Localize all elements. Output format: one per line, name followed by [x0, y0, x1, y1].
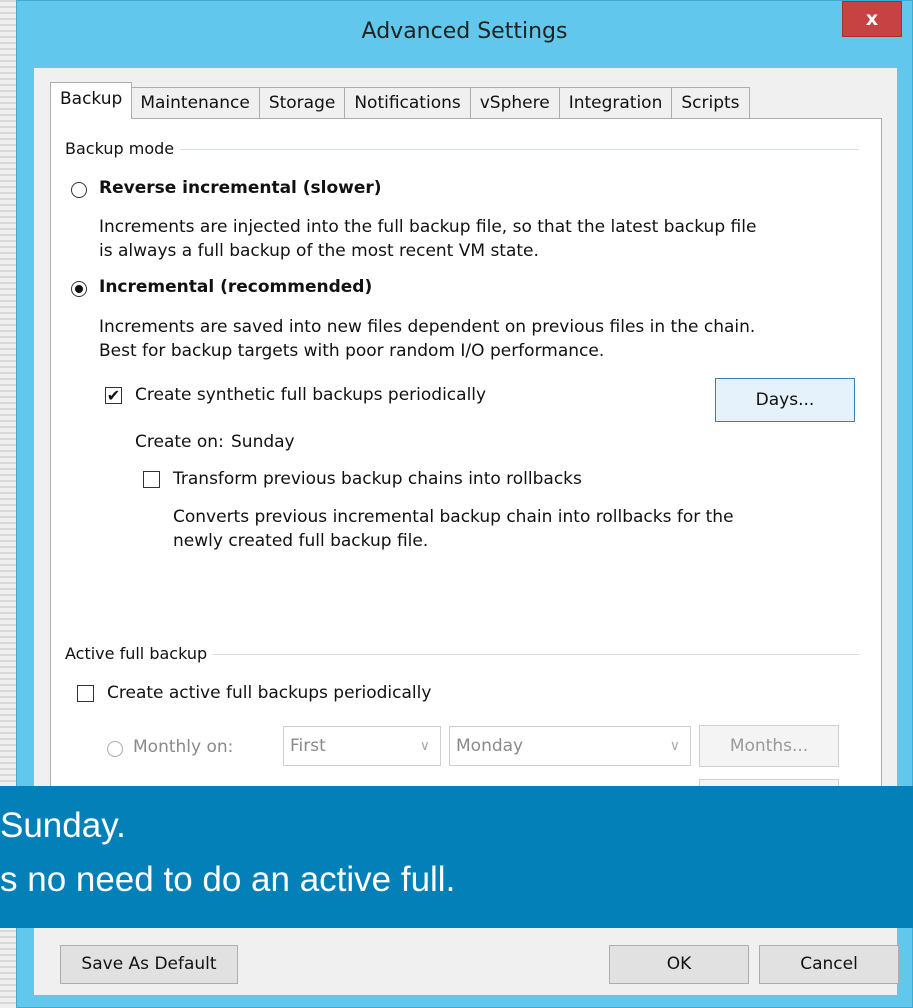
tab-strip: Backup Maintenance Storage Notifications…	[50, 82, 750, 119]
transform-rollbacks-checkbox[interactable]	[143, 471, 160, 488]
chevron-down-icon: ∨	[669, 738, 680, 754]
tab-vsphere[interactable]: vSphere	[470, 87, 560, 119]
synthetic-full-label: Create synthetic full backups periodical…	[135, 385, 487, 405]
day-select-value: Monday	[456, 736, 524, 756]
incremental-label: Incremental (recommended)	[99, 277, 373, 297]
transform-desc-2: newly created full backup file.	[173, 531, 429, 551]
tab-notifications[interactable]: Notifications	[345, 87, 471, 119]
day-select[interactable]: Monday ∨	[449, 726, 691, 766]
create-on-label: Create on:	[135, 432, 224, 452]
monthly-on-radio[interactable]	[107, 741, 123, 757]
days-button[interactable]: Days...	[715, 378, 855, 422]
incremental-desc-1: Increments are saved into new files depe…	[99, 317, 756, 337]
reverse-incremental-radio[interactable]	[71, 182, 87, 198]
week-select[interactable]: First ∨	[283, 726, 441, 766]
months-button[interactable]: Months...	[699, 725, 839, 767]
active-full-checkbox[interactable]	[77, 685, 94, 702]
caption-line-1: Sunday.	[0, 806, 126, 845]
ok-button[interactable]: OK	[609, 945, 749, 984]
backup-mode-group-label: Backup mode	[65, 139, 181, 158]
reverse-incremental-desc-1: Increments are injected into the full ba…	[99, 217, 757, 237]
monthly-on-label: Monthly on:	[133, 737, 234, 757]
caption-overlay: Sunday. s no need to do an active full.	[0, 786, 913, 928]
active-full-group-label: Active full backup	[65, 644, 214, 663]
transform-rollbacks-label: Transform previous backup chains into ro…	[173, 469, 582, 489]
tab-scripts[interactable]: Scripts	[672, 87, 750, 119]
close-button[interactable]: x	[842, 1, 902, 37]
incremental-radio[interactable]	[71, 281, 87, 297]
cancel-button[interactable]: Cancel	[759, 945, 899, 984]
transform-desc-1: Converts previous incremental backup cha…	[173, 507, 734, 527]
save-as-default-button[interactable]: Save As Default	[60, 945, 238, 984]
tab-storage[interactable]: Storage	[259, 87, 346, 119]
tab-backup[interactable]: Backup	[50, 82, 133, 119]
chevron-down-icon: ∨	[419, 738, 430, 754]
create-on-value: Sunday	[231, 432, 295, 452]
tab-maintenance[interactable]: Maintenance	[131, 87, 260, 119]
active-full-label: Create active full backups periodically	[107, 683, 432, 703]
title-bar[interactable]: Advanced Settings x	[17, 1, 912, 67]
reverse-incremental-label: Reverse incremental (slower)	[99, 178, 382, 198]
dialog-title: Advanced Settings	[361, 19, 568, 44]
reverse-incremental-desc-2: is always a full backup of the most rece…	[99, 241, 539, 261]
group-divider	[65, 149, 859, 150]
tab-integration[interactable]: Integration	[559, 87, 673, 119]
synthetic-full-checkbox[interactable]: ✔	[105, 387, 122, 404]
week-select-value: First	[290, 736, 326, 756]
incremental-desc-2: Best for backup targets with poor random…	[99, 341, 605, 361]
caption-line-2: s no need to do an active full.	[0, 860, 456, 899]
